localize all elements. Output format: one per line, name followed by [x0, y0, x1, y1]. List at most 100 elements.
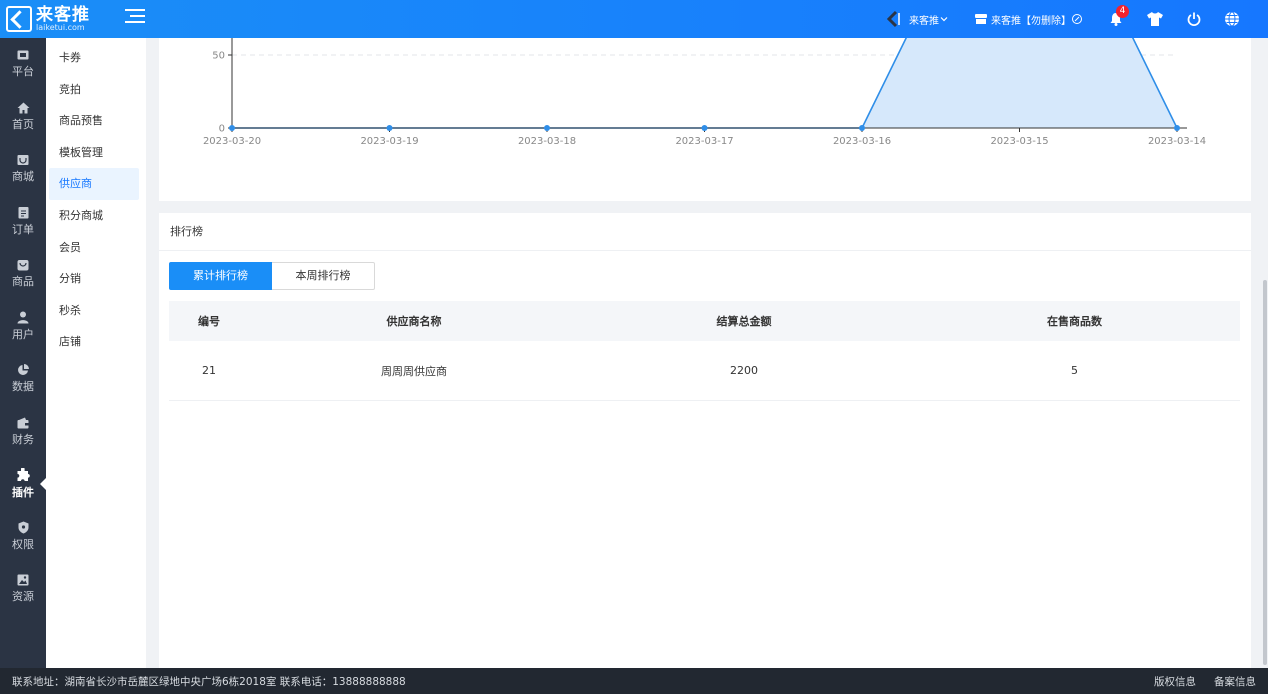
submenu-item-auction[interactable]: 竞拍	[49, 74, 139, 106]
finance-icon	[17, 417, 29, 429]
chevron-down-icon	[940, 17, 948, 22]
footer: 联系地址：湖南省长沙市岳麓区绿地中央广场6栋2018室 联系电话：1388888…	[0, 668, 1268, 694]
cell-supplier-name: 周周周供应商	[381, 364, 447, 378]
submenu-item-coupon[interactable]: 卡券	[49, 42, 139, 74]
sidebar-item-user[interactable]: 用户	[0, 301, 46, 354]
data-point	[229, 125, 235, 131]
sidebar-item-plugin[interactable]: 插件	[0, 458, 46, 511]
sidebar-item-mall[interactable]: 商城	[0, 143, 46, 196]
area-fill	[232, 38, 1177, 128]
store-label: 来客推	[909, 15, 939, 27]
column-header-goods-on-sale: 在售商品数	[1047, 315, 1102, 328]
store-switcher[interactable]: 来客推	[886, 10, 952, 28]
sidebar-label: 财务	[12, 432, 34, 446]
account-menu[interactable]: 来客推【勿删除】	[974, 12, 1086, 27]
rank-title: 排行榜	[159, 213, 1251, 251]
account-label: 来客推【勿删除】	[991, 15, 1071, 27]
theme-button[interactable]	[1146, 11, 1164, 27]
column-header-id: 编号	[198, 315, 220, 328]
language-button[interactable]	[1224, 11, 1240, 27]
sidebar-label: 数据	[12, 380, 34, 394]
resource-icon	[17, 574, 29, 586]
sidebar-item-order[interactable]: 订单	[0, 196, 46, 249]
data-point	[544, 125, 550, 131]
copyright-link[interactable]: 版权信息	[1154, 674, 1196, 689]
column-header-supplier-name: 供应商名称	[386, 315, 442, 328]
data-point	[701, 125, 708, 131]
sidebar-label: 订单	[12, 223, 34, 237]
sidebar-item-finance[interactable]: 财务	[0, 406, 46, 459]
notification-badge: 4	[1116, 5, 1129, 18]
tab-cumulative-rank[interactable]: 累计排行榜	[169, 262, 272, 290]
y-tick-label: 50	[212, 51, 225, 62]
sidebar-label: 插件	[12, 486, 34, 500]
x-tick-label: 2023-03-19	[360, 136, 418, 147]
data-icon	[18, 364, 29, 376]
sidebar-label: 商城	[12, 170, 34, 184]
sidebar-item-goods[interactable]: 商品	[0, 248, 46, 301]
tshirt-icon	[1147, 12, 1163, 26]
rank-table: 编号 供应商名称 结算总金额 在售商品数 21 周周周供应商 2200 5	[169, 301, 1240, 401]
logo-name: 来客推	[36, 4, 90, 25]
user-icon	[17, 311, 29, 324]
icp-link[interactable]: 备案信息	[1214, 674, 1256, 689]
cell-id: 21	[202, 364, 216, 377]
rank-tabs: 累计排行榜 本周排行榜	[169, 262, 375, 290]
sidebar-label: 用户	[12, 328, 34, 342]
sidebar-label: 权限	[12, 538, 34, 552]
order-icon	[18, 207, 28, 219]
x-tick-label: 2023-03-14	[1148, 136, 1206, 147]
submenu-item-member[interactable]: 会员	[49, 232, 139, 264]
platform-icon	[17, 50, 29, 60]
tab-weekly-rank[interactable]: 本周排行榜	[272, 262, 375, 290]
sidebar-label: 资源	[12, 590, 34, 604]
sidebar-label: 首页	[12, 117, 34, 131]
permission-icon	[18, 521, 28, 534]
sidebar-item-permission[interactable]: 权限	[0, 511, 46, 564]
top-bar: 来客推 laiketui.com 来客推 来客推【勿删除】 4	[0, 0, 1268, 38]
store-logo-icon	[886, 10, 900, 28]
submenu-item-distribution[interactable]: 分销	[49, 263, 139, 295]
scrollbar-thumb[interactable]	[1263, 280, 1267, 665]
sidebar-item-platform[interactable]: 平台	[0, 38, 46, 91]
cell-settlement-amount: 2200	[730, 364, 758, 377]
sidebar-label: 商品	[12, 275, 34, 289]
primary-sidebar: 平台 首页 商城 订单 商品 用户 数据 财务 插件 权限 资源	[0, 38, 46, 668]
logo[interactable]: 来客推 laiketui.com	[6, 4, 90, 34]
x-tick-label: 2023-03-16	[833, 136, 891, 147]
table-row: 21 周周周供应商 2200 5	[169, 341, 1240, 401]
data-point	[386, 125, 393, 131]
submenu-item-flash-sale[interactable]: 秒杀	[49, 295, 139, 327]
shop-icon	[975, 14, 987, 24]
cell-goods-on-sale: 5	[1071, 364, 1078, 377]
external-link-icon	[1072, 14, 1082, 24]
plugin-icon	[17, 468, 30, 482]
column-header-settlement-amount: 结算总金额	[716, 315, 772, 328]
sidebar-label: 平台	[12, 65, 34, 79]
mall-icon	[17, 155, 29, 166]
table-header: 编号 供应商名称 结算总金额 在售商品数	[169, 301, 1240, 341]
sales-area-chart: 0 50 2023-03-20 2023-03-19 2023-03-18 2023-03…	[203, 38, 1206, 147]
x-tick-label: 2023-03-15	[990, 136, 1048, 147]
data-point	[1174, 125, 1180, 131]
submenu-item-template[interactable]: 模板管理	[49, 137, 139, 169]
submenu-item-store[interactable]: 店铺	[49, 326, 139, 358]
y-tick-label: 0	[219, 124, 225, 135]
logout-button[interactable]	[1186, 11, 1202, 27]
x-tick-label: 2023-03-17	[675, 136, 733, 147]
footer-contact: 联系地址：湖南省长沙市岳麓区绿地中央广场6栋2018室 联系电话：1388888…	[12, 675, 406, 688]
globe-icon	[1225, 11, 1239, 27]
submenu-item-presale[interactable]: 商品预售	[49, 105, 139, 137]
submenu-item-points-mall[interactable]: 积分商城	[49, 200, 139, 232]
data-point	[859, 125, 865, 131]
power-icon	[1187, 12, 1201, 26]
notification-button[interactable]: 4	[1108, 5, 1129, 27]
goods-icon	[17, 260, 29, 271]
submenu-item-supplier[interactable]: 供应商	[49, 168, 139, 200]
sidebar-item-home[interactable]: 首页	[0, 91, 46, 144]
sidebar-item-resource[interactable]: 资源	[0, 563, 46, 616]
logo-sub: laiketui.com	[36, 22, 85, 32]
menu-toggle-icon[interactable]	[125, 9, 145, 27]
logo-mark-icon	[6, 6, 32, 32]
sidebar-item-data[interactable]: 数据	[0, 353, 46, 406]
